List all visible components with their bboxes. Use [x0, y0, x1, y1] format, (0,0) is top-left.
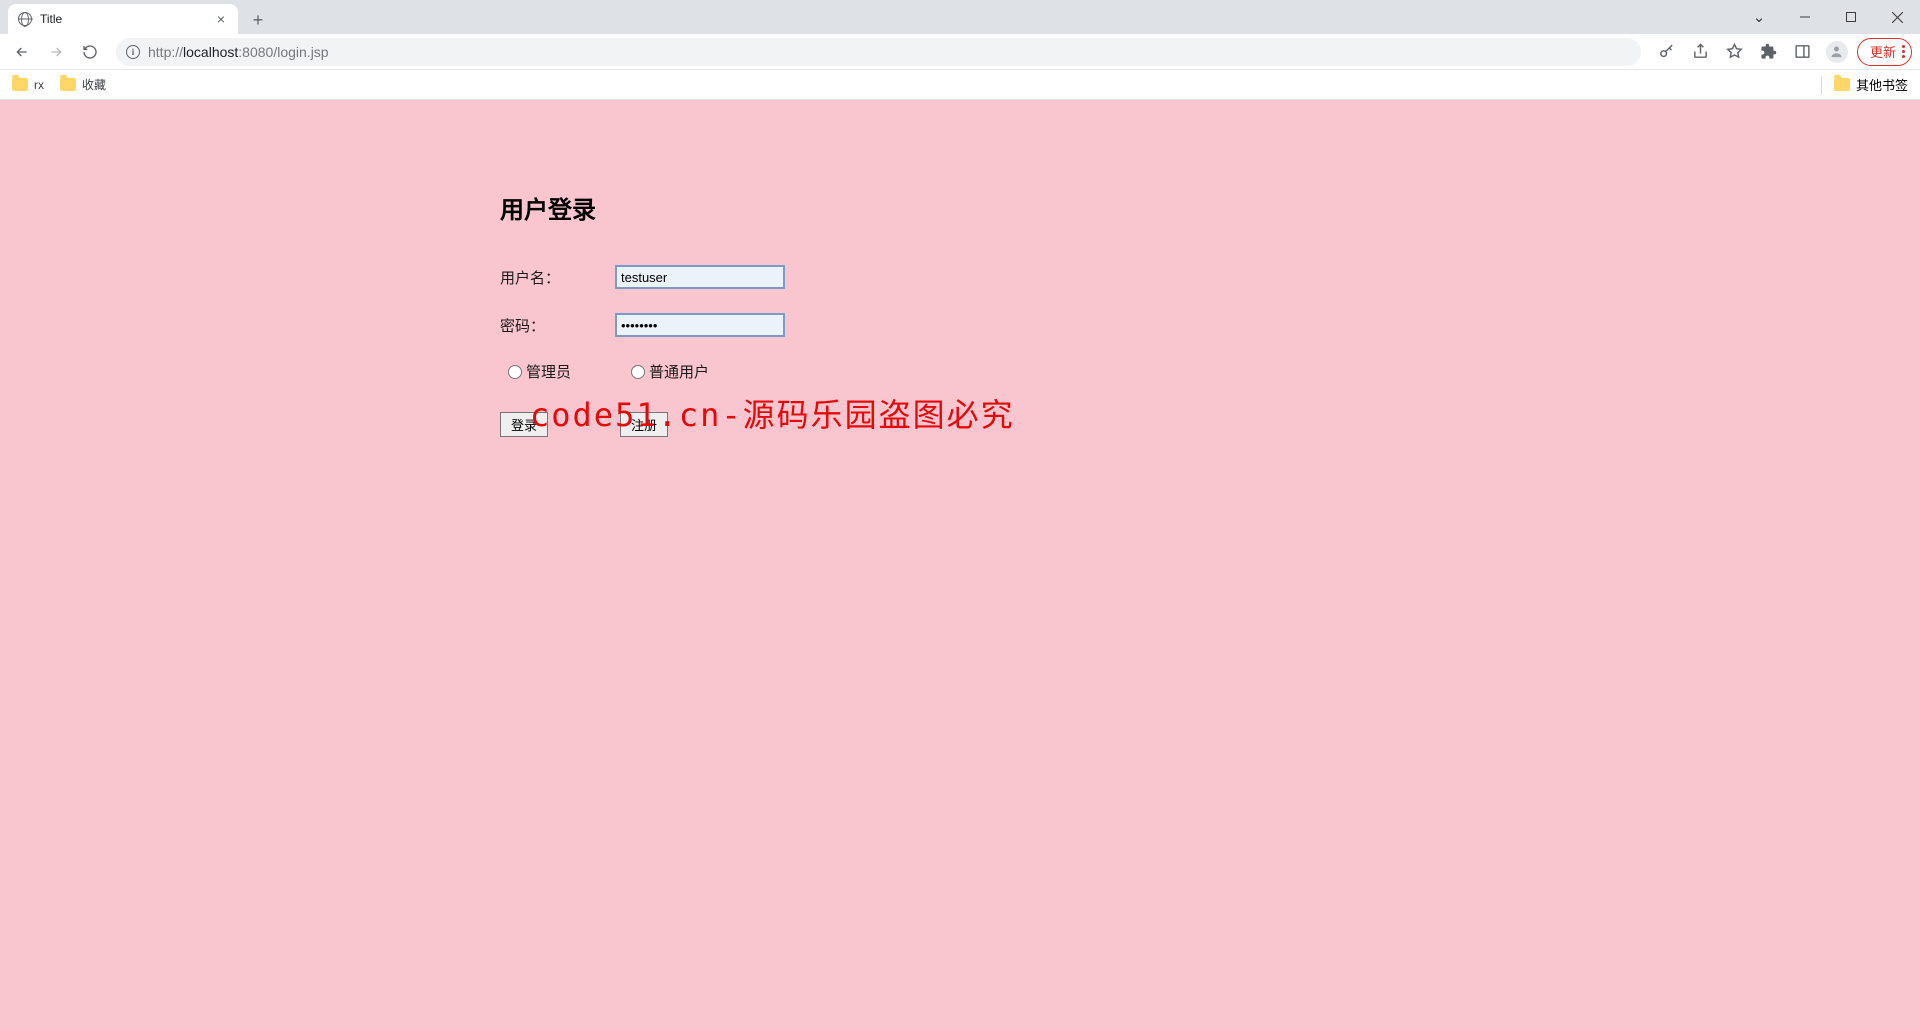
update-label: 更新: [1870, 42, 1896, 61]
login-button[interactable]: 登录: [500, 412, 548, 437]
address-bar[interactable]: i http://localhost:8080/login.jsp: [116, 38, 1641, 66]
password-row: 密码：: [500, 313, 1020, 337]
back-button[interactable]: [8, 38, 36, 66]
window-controls: ⌄: [1736, 0, 1920, 34]
page-title: 用户登录: [500, 190, 1020, 225]
username-label: 用户名：: [500, 267, 615, 288]
bookmark-bar: rx 收藏 其他书签: [0, 70, 1920, 100]
url-text: http://localhost:8080/login.jsp: [148, 44, 329, 60]
browser-tab[interactable]: Title ×: [8, 4, 238, 34]
username-input[interactable]: [615, 265, 785, 289]
url-protocol: http://: [148, 44, 183, 60]
tab-strip: Title × + ⌄: [0, 0, 1920, 34]
close-window-button[interactable]: [1874, 0, 1920, 34]
folder-icon: [60, 78, 76, 91]
role-admin-label: 管理员: [526, 361, 571, 382]
extensions-icon[interactable]: [1755, 38, 1783, 66]
button-row: 登录 注册: [500, 412, 1020, 437]
role-user-radio[interactable]: [631, 365, 645, 379]
other-bookmarks-label: 其他书签: [1856, 75, 1908, 94]
bookmark-label: 收藏: [82, 76, 106, 93]
role-user-label: 普通用户: [649, 361, 709, 382]
profile-avatar[interactable]: [1823, 38, 1851, 66]
password-input[interactable]: [615, 313, 785, 337]
globe-icon: [18, 12, 32, 26]
page-viewport: 用户登录 用户名： 密码： 管理员 普通用户 登录 注册 code51.cn-源…: [0, 100, 1920, 1030]
url-host: localhost: [183, 44, 238, 60]
username-row: 用户名：: [500, 265, 1020, 289]
role-admin-radio[interactable]: [508, 365, 522, 379]
role-user-option[interactable]: 普通用户: [631, 361, 709, 382]
new-tab-button[interactable]: +: [244, 6, 272, 34]
minimize-button[interactable]: [1782, 0, 1828, 34]
other-bookmarks[interactable]: 其他书签: [1821, 75, 1908, 94]
more-icon: [1900, 45, 1905, 58]
share-icon[interactable]: [1687, 38, 1715, 66]
role-radio-group: 管理员 普通用户: [508, 361, 1020, 382]
site-info-icon[interactable]: i: [126, 45, 140, 59]
reload-button[interactable]: [76, 38, 104, 66]
separator: [1821, 76, 1822, 94]
folder-icon: [12, 78, 28, 91]
star-icon[interactable]: [1721, 38, 1749, 66]
role-admin-option[interactable]: 管理员: [508, 361, 571, 382]
close-icon[interactable]: ×: [214, 12, 228, 26]
bookmark-label: rx: [34, 78, 44, 92]
register-button[interactable]: 注册: [620, 412, 668, 437]
url-path: :8080/login.jsp: [238, 44, 328, 60]
tab-title: Title: [40, 12, 206, 26]
forward-button[interactable]: [42, 38, 70, 66]
password-label: 密码：: [500, 315, 615, 336]
password-key-icon[interactable]: [1653, 38, 1681, 66]
folder-icon: [1834, 78, 1850, 91]
browser-toolbar: i http://localhost:8080/login.jsp 更新: [0, 34, 1920, 70]
login-form: 用户登录 用户名： 密码： 管理员 普通用户 登录 注册: [500, 190, 1020, 437]
bookmark-folder-collect[interactable]: 收藏: [60, 76, 106, 93]
update-button[interactable]: 更新: [1857, 38, 1912, 66]
tab-search-icon[interactable]: ⌄: [1736, 0, 1782, 34]
side-panel-icon[interactable]: [1789, 38, 1817, 66]
bookmark-folder-rx[interactable]: rx: [12, 78, 44, 92]
maximize-button[interactable]: [1828, 0, 1874, 34]
